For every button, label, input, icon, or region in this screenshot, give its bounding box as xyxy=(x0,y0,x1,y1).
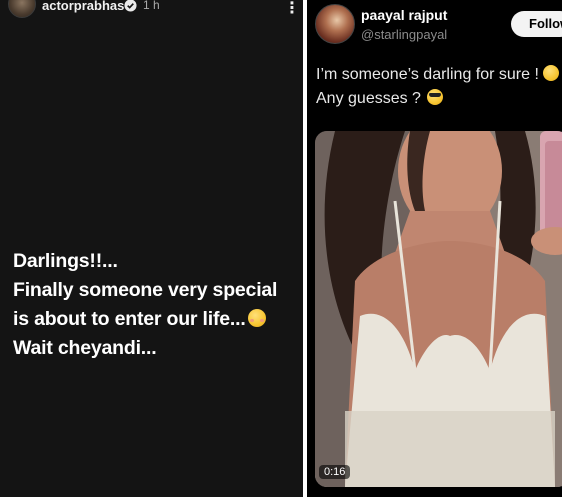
more-vertical-icon[interactable]: ⋮ xyxy=(284,0,300,18)
story-timestamp: 1 h xyxy=(143,0,160,12)
avatar[interactable] xyxy=(8,0,36,18)
caption-line-text: is about to enter our life... xyxy=(13,308,246,330)
tweet-text: I’m someone’s darling for sure ! Any gue… xyxy=(316,63,562,111)
tweet-line-text: I’m someone’s darling for sure ! xyxy=(316,66,544,83)
avatar[interactable] xyxy=(315,4,355,44)
tweet-line-text: Any guesses ? xyxy=(316,90,426,107)
story-panel: actorprabhas 1 h ⋮ Darlings!!... Finally… xyxy=(0,0,303,497)
caption-line: is about to enter our life... xyxy=(13,305,299,334)
tweet-line: I’m someone’s darling for sure ! xyxy=(316,63,562,87)
pleading-face-emoji xyxy=(543,65,560,81)
tweet-handle[interactable]: @starlingpayal xyxy=(361,27,447,42)
caption-line: Darlings!!... xyxy=(13,250,118,272)
follow-button[interactable]: Follow xyxy=(511,11,562,37)
tweet-line: Any guesses ? xyxy=(316,87,562,111)
video-duration: 0:16 xyxy=(319,465,351,479)
sunglasses-face-emoji xyxy=(427,89,444,105)
story-header: actorprabhas 1 h ⋮ xyxy=(0,0,303,22)
verified-badge-icon xyxy=(124,0,137,12)
tweet-panel: paayal rajput @starlingpayal Follow I’m … xyxy=(307,0,562,497)
caption-line: Wait cheyandi... xyxy=(13,337,157,359)
caption-line: Finally someone very special xyxy=(13,279,278,301)
relieved-face-emoji xyxy=(247,309,266,327)
story-caption: Darlings!!... Finally someone very speci… xyxy=(13,247,299,363)
tweet-display-name[interactable]: paayal rajput xyxy=(361,7,447,23)
story-username[interactable]: actorprabhas xyxy=(42,0,124,13)
tweet-video[interactable] xyxy=(315,131,562,487)
video-frame-image xyxy=(315,131,562,487)
